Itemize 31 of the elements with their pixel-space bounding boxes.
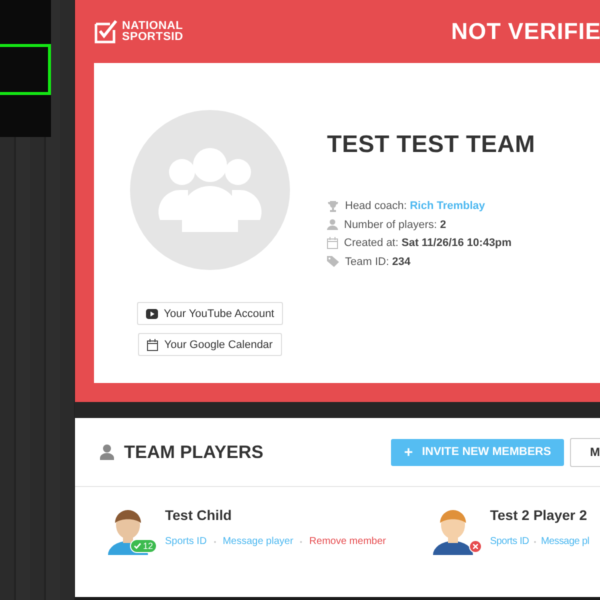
youtube-account-button[interactable]: Your YouTube Account	[136, 302, 284, 325]
calendar-icon	[147, 338, 158, 350]
coach-link[interactable]: Rich Tremblay	[410, 200, 486, 212]
team-detail: Number of players: 2	[344, 218, 446, 231]
calendar-icon	[327, 237, 338, 250]
selection-frame	[0, 44, 51, 95]
trophy-icon	[327, 200, 339, 212]
flag-button[interactable]: M	[570, 438, 600, 466]
player-name: Test Child	[165, 507, 233, 523]
team-avatar-icon	[130, 110, 290, 270]
team-name: TEST TEST TEAM	[327, 131, 536, 159]
brand-logo-text: NATIONAL SPORTSID	[122, 20, 184, 42]
remove-member-link[interactable]: Remove member	[309, 536, 386, 547]
verified-badge: 12	[130, 539, 157, 553]
invite-members-button[interactable]: + INVITE NEW MEMBERS	[391, 438, 564, 466]
panel-title: TEAM PLAYERS	[124, 442, 264, 462]
video-icon	[146, 308, 158, 318]
verification-status: NOT VERIFIE	[451, 18, 600, 45]
team-detail: Head coach: Rich Tremblay	[345, 200, 486, 212]
person-icon	[327, 219, 338, 230]
google-calendar-button[interactable]: Your Google Calendar	[138, 333, 282, 356]
player-link[interactable]: Sports ID	[165, 536, 207, 547]
player-name: Test 2 Player 2	[490, 507, 588, 523]
player-link[interactable]: Sports ID	[490, 536, 529, 547]
team-detail: Created at: Sat 11/26/16 10:43pm	[344, 237, 512, 250]
checkbox-logo-icon	[94, 20, 118, 44]
player-link[interactable]: Message pl	[540, 536, 590, 547]
player-link[interactable]: Message player	[222, 536, 294, 547]
team-detail: Team ID: 234	[345, 256, 410, 268]
person-icon	[100, 444, 114, 460]
tag-icon	[327, 256, 339, 268]
